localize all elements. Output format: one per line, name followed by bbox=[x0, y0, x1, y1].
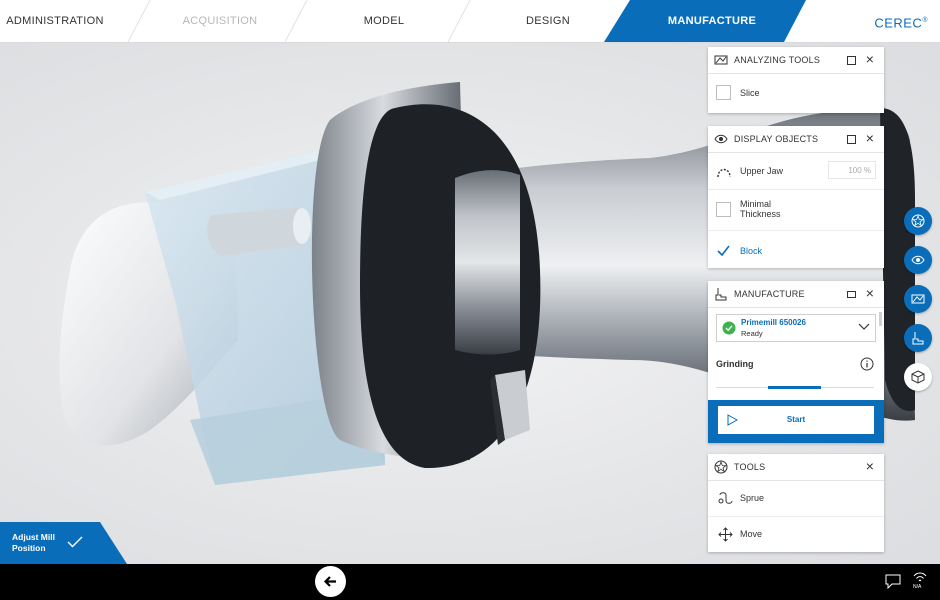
block-label: Block bbox=[740, 246, 763, 256]
maximize-icon[interactable] bbox=[847, 135, 856, 144]
slice-label: Slice bbox=[740, 88, 760, 98]
arrow-left-icon bbox=[323, 576, 336, 587]
sprue-label: Sprue bbox=[740, 493, 765, 503]
view-cube-button[interactable] bbox=[904, 363, 932, 391]
device-select[interactable]: Primemill 650026 Ready bbox=[716, 314, 876, 342]
tab-manufacture[interactable]: MANUFACTURE bbox=[628, 0, 796, 42]
tools-title: TOOLS bbox=[734, 462, 766, 472]
minimal-thickness-checkbox[interactable] bbox=[716, 202, 731, 217]
move-row[interactable]: Move bbox=[708, 517, 884, 552]
status-label: N/A bbox=[913, 584, 922, 590]
close-icon[interactable]: × bbox=[863, 286, 877, 300]
analyze-icon bbox=[911, 294, 925, 304]
upper-jaw-opacity-field[interactable]: 100 % bbox=[828, 161, 876, 179]
adjust-mill-label-line2: Position bbox=[12, 543, 46, 553]
maximize-icon[interactable] bbox=[847, 56, 856, 65]
checkmark-icon[interactable] bbox=[716, 243, 731, 258]
eye-icon bbox=[911, 255, 925, 265]
manufacture-title: MANUFACTURE bbox=[734, 289, 805, 299]
minimize-icon[interactable] bbox=[847, 291, 856, 298]
sprue-row[interactable]: Sprue bbox=[708, 481, 884, 517]
minimal-thickness-label: Minimal Thickness bbox=[740, 199, 781, 219]
close-icon[interactable]: × bbox=[863, 131, 877, 145]
chevron-down-icon bbox=[858, 323, 870, 330]
tools-icon bbox=[911, 214, 925, 228]
tab-model[interactable]: MODEL bbox=[310, 0, 458, 42]
display-objects-panel: DISPLAY OBJECTS × Upper Jaw 100 % Minima… bbox=[708, 126, 884, 268]
grinding-mode-indicator bbox=[768, 386, 821, 389]
mill-icon bbox=[715, 288, 727, 301]
upper-jaw-label: Upper Jaw bbox=[740, 166, 784, 176]
workflow-active-background bbox=[127, 0, 806, 42]
panel-scrollbar[interactable] bbox=[879, 312, 882, 326]
display-objects-header: DISPLAY OBJECTS × bbox=[708, 126, 884, 153]
chat-icon[interactable] bbox=[885, 574, 901, 589]
adjust-mill-label: Adjust Mill Position bbox=[12, 532, 55, 554]
jaw-icon bbox=[717, 168, 731, 178]
manufacture-side-button[interactable] bbox=[904, 324, 932, 352]
minimal-thickness-row[interactable]: Minimal Thickness bbox=[708, 190, 884, 231]
display-objects-title: DISPLAY OBJECTS bbox=[734, 134, 819, 144]
device-status: Ready bbox=[741, 329, 763, 338]
tab-design[interactable]: DESIGN bbox=[472, 0, 624, 42]
bottom-bar: N/A bbox=[0, 564, 940, 600]
wifi-icon bbox=[913, 572, 927, 582]
cube-icon bbox=[911, 370, 925, 384]
analyzing-tools-header: ANALYZING TOOLS × bbox=[708, 47, 884, 74]
tools-side-button[interactable] bbox=[904, 207, 932, 235]
analyzing-tools-title: ANALYZING TOOLS bbox=[734, 55, 821, 65]
tab-acquisition[interactable]: ACQUISITION bbox=[150, 0, 290, 42]
info-icon[interactable] bbox=[860, 357, 874, 371]
back-button[interactable] bbox=[315, 566, 346, 597]
device-name: Primemill 650026 bbox=[741, 318, 806, 327]
brand-mark: ® bbox=[922, 17, 928, 24]
mill-icon bbox=[912, 332, 924, 345]
display-objects-side-button[interactable] bbox=[904, 246, 932, 274]
analyze-icon bbox=[714, 55, 728, 65]
move-icon bbox=[718, 527, 733, 542]
workflow-bar: ADMINISTRATION ACQUISITION MODEL DESIGN … bbox=[0, 0, 940, 43]
adjust-mill-label-line1: Adjust Mill bbox=[12, 532, 55, 542]
analyzing-tools-side-button[interactable] bbox=[904, 285, 932, 313]
tab-administration[interactable]: ADMINISTRATION bbox=[0, 0, 110, 42]
status-ok-icon bbox=[722, 321, 736, 335]
tools-icon bbox=[714, 460, 728, 474]
move-label: Move bbox=[740, 529, 763, 539]
brand-name: CEREC bbox=[874, 15, 923, 31]
manufacture-panel: MANUFACTURE × Primemill 650026 Ready Gri… bbox=[708, 281, 884, 443]
upper-jaw-row[interactable]: Upper Jaw 100 % bbox=[708, 153, 884, 190]
block-row[interactable]: Block bbox=[708, 231, 884, 269]
slice-checkbox[interactable] bbox=[716, 85, 731, 100]
close-icon[interactable]: × bbox=[863, 459, 877, 473]
tools-header: TOOLS × bbox=[708, 454, 884, 481]
close-icon[interactable]: × bbox=[863, 52, 877, 66]
start-area: Start bbox=[708, 400, 884, 443]
eye-icon bbox=[714, 134, 728, 144]
brand-logo: CEREC® bbox=[874, 0, 928, 42]
start-label: Start bbox=[786, 415, 806, 424]
start-button[interactable]: Start bbox=[718, 406, 874, 434]
adjust-mill-position-button[interactable]: Adjust Mill Position bbox=[0, 522, 127, 564]
grinding-label: Grinding bbox=[716, 359, 754, 369]
manufacture-header: MANUFACTURE × bbox=[708, 281, 884, 308]
slice-row[interactable]: Slice bbox=[708, 74, 884, 112]
tools-panel: TOOLS × Sprue Move bbox=[708, 454, 884, 552]
sprue-icon bbox=[718, 492, 733, 504]
checkmark-icon bbox=[67, 536, 83, 548]
analyzing-tools-panel: ANALYZING TOOLS × Slice bbox=[708, 47, 884, 113]
